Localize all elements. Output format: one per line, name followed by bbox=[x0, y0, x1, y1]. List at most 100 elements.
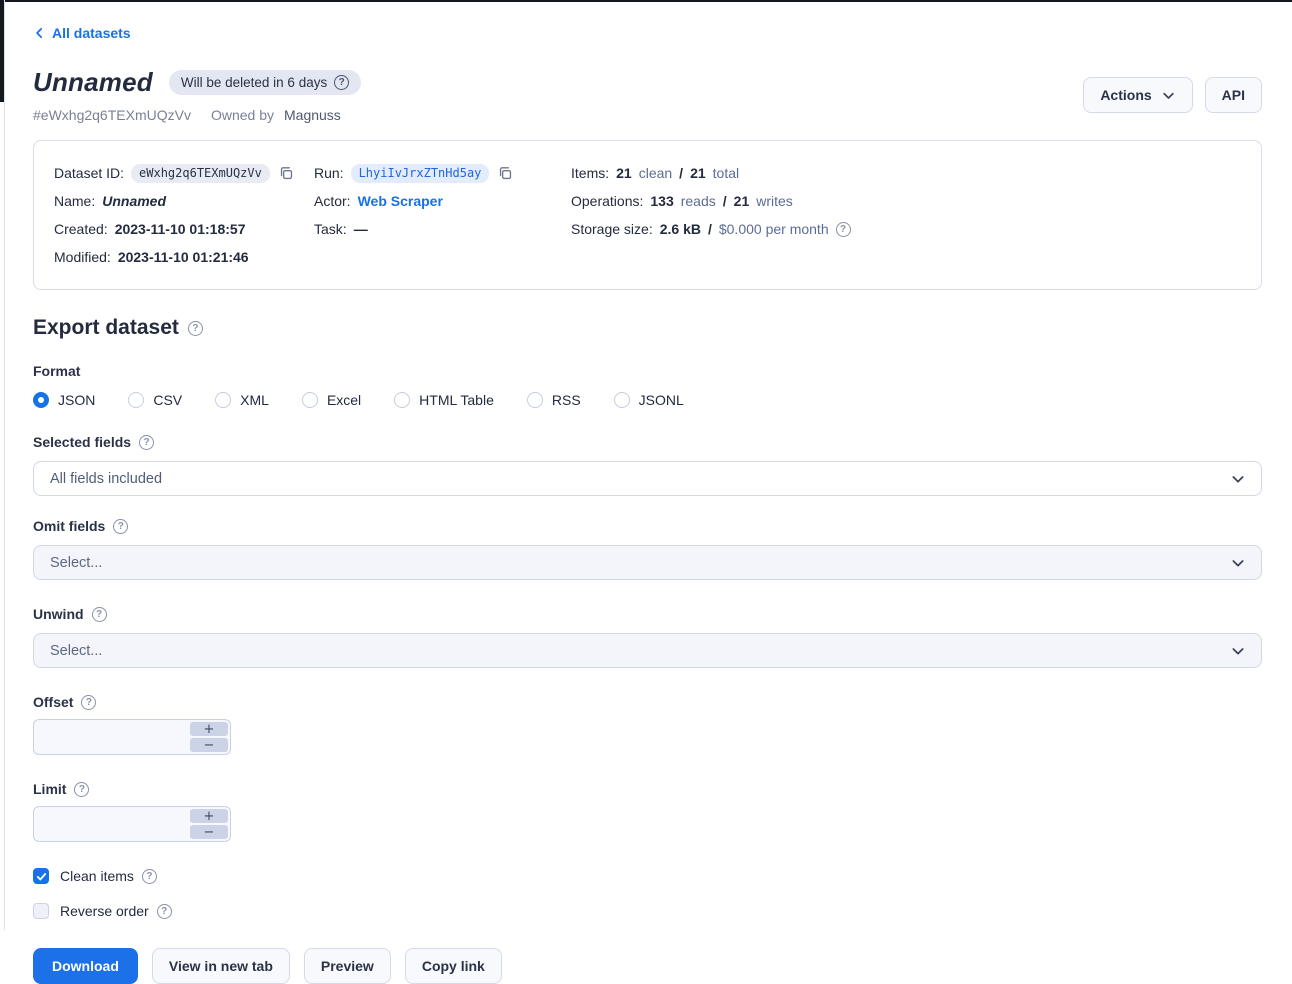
help-icon[interactable]: ? bbox=[157, 904, 172, 919]
actor-link[interactable]: Web Scraper bbox=[358, 193, 443, 209]
task-label: Task: bbox=[314, 221, 347, 237]
radio-icon[interactable] bbox=[394, 392, 410, 408]
radio-icon[interactable] bbox=[215, 392, 231, 408]
offset-label: Offset ? bbox=[33, 694, 1262, 710]
help-icon[interactable]: ? bbox=[139, 435, 154, 450]
task-row: Task: — bbox=[314, 215, 571, 243]
offset-input[interactable]: + − bbox=[33, 719, 231, 755]
dataset-info-card: Dataset ID: eWxhg2q6TEXmUQzVv Name: Unna… bbox=[33, 140, 1262, 290]
format-radio-group: JSON CSV XML Excel HTML Table RSS JSONL bbox=[33, 392, 1262, 408]
chevron-down-icon bbox=[1230, 643, 1246, 659]
unwind-select[interactable]: Select... bbox=[33, 633, 1262, 668]
reverse-order-label[interactable]: Reverse order bbox=[60, 903, 149, 919]
items-label: Items: bbox=[571, 165, 609, 181]
api-button[interactable]: API bbox=[1205, 77, 1262, 113]
deletion-badge-text: Will be deleted in 6 days bbox=[181, 75, 327, 90]
clean-items-checkbox[interactable] bbox=[33, 868, 49, 884]
operations-label: Operations: bbox=[571, 193, 643, 209]
help-icon[interactable]: ? bbox=[334, 75, 349, 90]
format-radio-csv[interactable]: CSV bbox=[128, 392, 182, 408]
created-value: 2023-11-10 01:18:57 bbox=[115, 221, 246, 237]
clean-items-label[interactable]: Clean items bbox=[60, 868, 134, 884]
name-label: Name: bbox=[54, 193, 95, 209]
format-radio-html-table[interactable]: HTML Table bbox=[394, 392, 494, 408]
export-actions: Download View in new tab Preview Copy li… bbox=[33, 948, 1262, 984]
dataset-detail-page: All datasets Unnamed Will be deleted in … bbox=[0, 0, 1292, 984]
help-icon[interactable]: ? bbox=[92, 607, 107, 622]
clean-items-row: Clean items ? bbox=[33, 868, 1262, 884]
limit-increment-button[interactable]: + bbox=[190, 809, 228, 823]
unwind-placeholder: Select... bbox=[50, 643, 102, 659]
chevron-left-icon bbox=[33, 26, 47, 40]
help-icon[interactable]: ? bbox=[142, 869, 157, 884]
help-icon[interactable]: ? bbox=[113, 519, 128, 534]
created-row: Created: 2023-11-10 01:18:57 bbox=[54, 215, 314, 243]
radio-icon[interactable] bbox=[302, 392, 318, 408]
help-icon[interactable]: ? bbox=[188, 321, 203, 336]
format-label: Format bbox=[33, 363, 1262, 379]
breadcrumb-all-datasets[interactable]: All datasets bbox=[33, 25, 131, 41]
help-icon[interactable]: ? bbox=[81, 695, 96, 710]
radio-icon[interactable] bbox=[128, 392, 144, 408]
storage-size: 2.6 kB bbox=[660, 221, 701, 237]
format-radio-excel[interactable]: Excel bbox=[302, 392, 361, 408]
selected-fields-label: Selected fields ? bbox=[33, 434, 1262, 450]
format-radio-json[interactable]: JSON bbox=[33, 392, 95, 408]
info-column-run: Run: LhyiIvJrxZTnHd5ay Actor: Web Scrape… bbox=[314, 159, 571, 271]
reverse-order-checkbox[interactable] bbox=[33, 903, 49, 919]
omit-fields-placeholder: Select... bbox=[50, 555, 102, 571]
limit-decrement-button[interactable]: − bbox=[190, 825, 228, 839]
dataset-hash: #eWxhg2q6TEXmUQzVv bbox=[33, 107, 191, 123]
modified-label: Modified: bbox=[54, 249, 111, 265]
actor-label: Actor: bbox=[314, 193, 351, 209]
unwind-label: Unwind ? bbox=[33, 606, 1262, 622]
preview-button[interactable]: Preview bbox=[304, 948, 391, 984]
info-column-usage: Items: 21 clean / 21 total Operations: 1… bbox=[571, 159, 1241, 271]
format-radio-xml[interactable]: XML bbox=[215, 392, 269, 408]
limit-label: Limit ? bbox=[33, 781, 1262, 797]
radio-icon[interactable] bbox=[33, 392, 49, 408]
owned-by-label: Owned by bbox=[211, 107, 274, 123]
copy-icon[interactable] bbox=[278, 165, 295, 182]
copy-link-button[interactable]: Copy link bbox=[405, 948, 502, 984]
storage-label: Storage size: bbox=[571, 221, 653, 237]
omit-fields-select[interactable]: Select... bbox=[33, 545, 1262, 580]
actor-row: Actor: Web Scraper bbox=[314, 187, 571, 215]
info-column-general: Dataset ID: eWxhg2q6TEXmUQzVv Name: Unna… bbox=[54, 159, 314, 271]
name-row: Name: Unnamed bbox=[54, 187, 314, 215]
format-radio-rss[interactable]: RSS bbox=[527, 392, 581, 408]
owner-name: Magnuss bbox=[284, 107, 341, 123]
view-in-new-tab-button[interactable]: View in new tab bbox=[152, 948, 290, 984]
limit-input[interactable]: + − bbox=[33, 806, 231, 842]
format-radio-jsonl[interactable]: JSONL bbox=[614, 392, 684, 408]
page-header: Unnamed Will be deleted in 6 days ? #eWx… bbox=[33, 67, 1262, 123]
chevron-down-icon bbox=[1161, 88, 1176, 103]
selected-fields-select[interactable]: All fields included bbox=[33, 461, 1262, 496]
deletion-badge: Will be deleted in 6 days ? bbox=[169, 70, 361, 95]
page-title: Unnamed bbox=[33, 67, 153, 98]
download-button[interactable]: Download bbox=[33, 948, 138, 984]
offset-increment-button[interactable]: + bbox=[190, 722, 228, 736]
check-icon bbox=[36, 871, 47, 882]
run-id-chip[interactable]: LhyiIvJrxZTnHd5ay bbox=[351, 164, 490, 183]
help-icon[interactable]: ? bbox=[836, 222, 851, 237]
selected-fields-value: All fields included bbox=[50, 471, 162, 487]
copy-icon[interactable] bbox=[497, 165, 514, 182]
run-row: Run: LhyiIvJrxZTnHd5ay bbox=[314, 159, 571, 187]
created-label: Created: bbox=[54, 221, 108, 237]
modified-row: Modified: 2023-11-10 01:21:46 bbox=[54, 243, 314, 271]
offset-decrement-button[interactable]: − bbox=[190, 738, 228, 752]
radio-icon[interactable] bbox=[527, 392, 543, 408]
storage-row: Storage size: 2.6 kB / $0.000 per month … bbox=[571, 215, 1241, 243]
export-dataset-heading: Export dataset ? bbox=[33, 316, 1262, 340]
actions-button[interactable]: Actions bbox=[1083, 77, 1192, 113]
chevron-down-icon bbox=[1230, 471, 1246, 487]
dataset-id-chip: eWxhg2q6TEXmUQzVv bbox=[131, 164, 270, 183]
task-value: — bbox=[354, 221, 368, 237]
chevron-down-icon bbox=[1230, 555, 1246, 571]
items-row: Items: 21 clean / 21 total bbox=[571, 159, 1241, 187]
help-icon[interactable]: ? bbox=[74, 782, 89, 797]
breadcrumb-label[interactable]: All datasets bbox=[52, 25, 131, 41]
modified-value: 2023-11-10 01:21:46 bbox=[118, 249, 249, 265]
radio-icon[interactable] bbox=[614, 392, 630, 408]
